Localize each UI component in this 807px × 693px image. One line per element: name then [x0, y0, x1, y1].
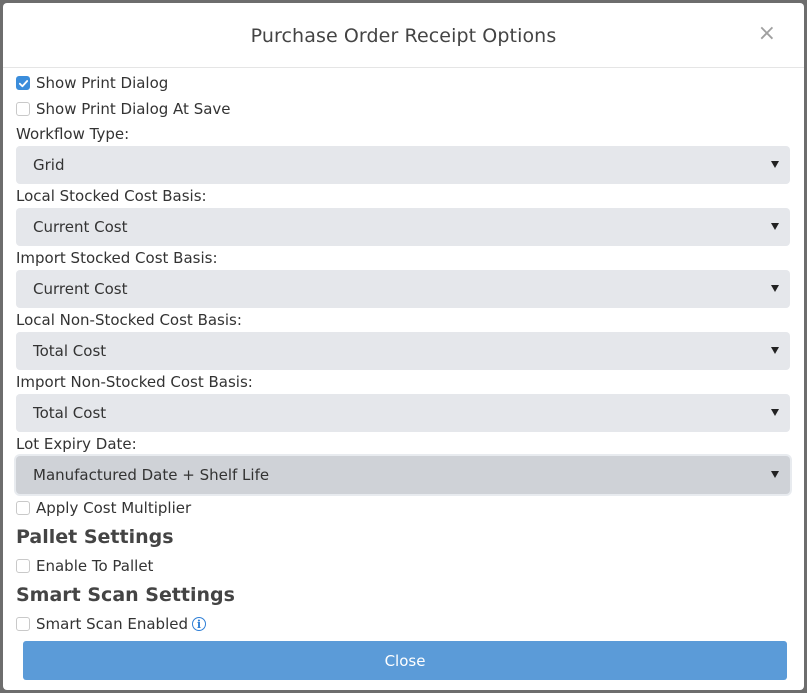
show-print-dialog-option[interactable]: Show Print Dialog [16, 70, 790, 96]
chevron-down-icon [771, 161, 779, 168]
lot-expiry-date-select[interactable]: Manufactured Date + Shelf Life [16, 456, 790, 494]
local-non-stocked-cost-basis-label: Local Non-Stocked Cost Basis: [16, 311, 242, 329]
close-icon[interactable]: × [758, 23, 776, 45]
enable-to-pallet-checkbox[interactable] [16, 559, 30, 573]
import-stocked-cost-basis-value: Current Cost [33, 280, 128, 298]
close-button[interactable]: Close [23, 641, 787, 680]
workflow-type-value: Grid [33, 156, 65, 174]
workflow-type-select[interactable]: Grid [16, 146, 790, 184]
chevron-down-icon [771, 285, 779, 292]
lot-expiry-date-value: Manufactured Date + Shelf Life [33, 466, 270, 484]
chevron-down-icon [771, 409, 779, 416]
chevron-down-icon [771, 471, 779, 478]
workflow-type-label: Workflow Type: [16, 125, 130, 143]
chevron-down-icon [771, 223, 779, 230]
show-print-dialog-at-save-checkbox[interactable] [16, 102, 30, 116]
smart-scan-enabled-label: Smart Scan Enabled [36, 615, 188, 633]
smart-scan-settings-heading: Smart Scan Settings [16, 584, 235, 606]
show-print-dialog-checkbox[interactable] [16, 76, 30, 90]
lot-expiry-date-label: Lot Expiry Date: [16, 435, 137, 453]
apply-cost-multiplier-option[interactable]: Apply Cost Multiplier [16, 495, 790, 521]
local-stocked-cost-basis-select[interactable]: Current Cost [16, 208, 790, 246]
modal-body: Show Print Dialog Show Print Dialog At S… [16, 67, 790, 637]
receipt-options-modal: Purchase Order Receipt Options × Show Pr… [3, 3, 804, 690]
local-non-stocked-cost-basis-value: Total Cost [33, 342, 107, 360]
modal-header: Purchase Order Receipt Options × [3, 3, 804, 68]
import-non-stocked-cost-basis-value: Total Cost [33, 404, 107, 422]
modal-title: Purchase Order Receipt Options [250, 25, 557, 47]
apply-cost-multiplier-checkbox[interactable] [16, 501, 30, 515]
import-non-stocked-cost-basis-select[interactable]: Total Cost [16, 394, 790, 432]
checkmark-icon [18, 79, 28, 87]
import-stocked-cost-basis-select[interactable]: Current Cost [16, 270, 790, 308]
info-icon[interactable]: i [192, 617, 206, 631]
enable-to-pallet-label: Enable To Pallet [36, 557, 154, 575]
smart-scan-enabled-checkbox[interactable] [16, 617, 30, 631]
local-stocked-cost-basis-label: Local Stocked Cost Basis: [16, 187, 207, 205]
import-non-stocked-cost-basis-label: Import Non-Stocked Cost Basis: [16, 373, 253, 391]
apply-cost-multiplier-label: Apply Cost Multiplier [36, 499, 192, 517]
import-stocked-cost-basis-label: Import Stocked Cost Basis: [16, 249, 218, 267]
show-print-dialog-at-save-option[interactable]: Show Print Dialog At Save [16, 96, 790, 122]
local-non-stocked-cost-basis-select[interactable]: Total Cost [16, 332, 790, 370]
pallet-settings-heading: Pallet Settings [16, 526, 174, 548]
show-print-dialog-label: Show Print Dialog [36, 74, 169, 92]
show-print-dialog-at-save-label: Show Print Dialog At Save [36, 100, 231, 118]
local-stocked-cost-basis-value: Current Cost [33, 218, 128, 236]
enable-to-pallet-option[interactable]: Enable To Pallet [16, 553, 790, 579]
chevron-down-icon [771, 347, 779, 354]
smart-scan-enabled-option[interactable]: Smart Scan Enabled i [16, 611, 790, 637]
